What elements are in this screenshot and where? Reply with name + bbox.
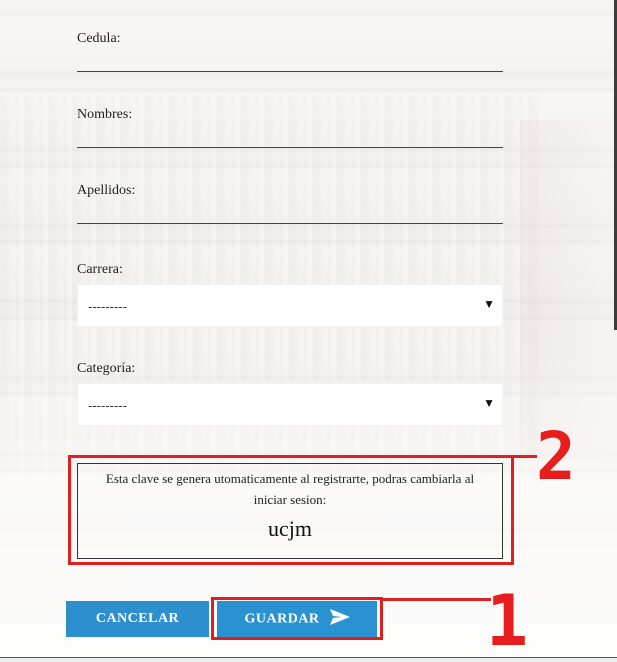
carrera-field-group: Carrera: --------- ▼: [77, 262, 503, 327]
nombres-field-group: Nombres:: [77, 107, 503, 148]
annotation-number-1: 1: [486, 580, 529, 662]
nombres-label: Nombres:: [77, 107, 133, 122]
cancel-button[interactable]: CANCELAR: [66, 601, 209, 637]
categoria-field-group: Categoría: --------- ▼: [77, 361, 503, 426]
annotation-connector-2: [513, 455, 537, 458]
caret-down-icon: ▼: [483, 396, 495, 410]
cedula-label: Cedula:: [77, 31, 121, 46]
cedula-input[interactable]: [77, 49, 503, 72]
cedula-field-group: Cedula:: [77, 31, 503, 72]
annotation-number-2: 2: [536, 418, 576, 495]
caret-down-icon: ▼: [483, 297, 495, 311]
categoria-select[interactable]: --------- ▼: [77, 383, 503, 426]
cancel-button-label: CANCELAR: [95, 611, 180, 626]
carrera-selected-value: ---------: [88, 299, 127, 314]
annotation-frame-1: [211, 597, 383, 640]
annotation-connector-1: [383, 598, 491, 601]
apellidos-label: Apellidos:: [77, 183, 136, 198]
annotation-frame-2: [68, 455, 514, 565]
carrera-label: Carrera:: [77, 262, 123, 277]
apellidos-field-group: Apellidos:: [77, 183, 503, 224]
carrera-select[interactable]: --------- ▼: [77, 284, 503, 327]
categoria-selected-value: ---------: [88, 398, 127, 413]
nombres-input[interactable]: [77, 125, 503, 148]
apellidos-input[interactable]: [77, 201, 503, 224]
categoria-label: Categoría:: [77, 361, 136, 376]
